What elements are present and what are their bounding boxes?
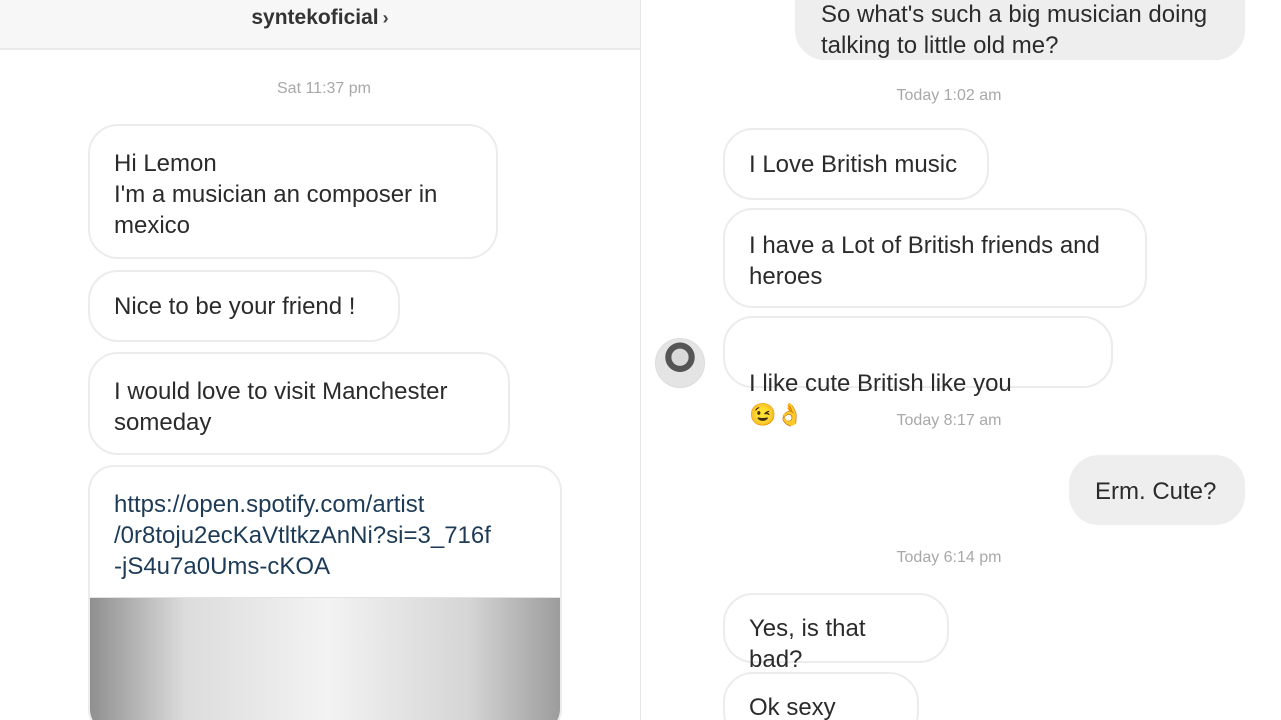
timestamp: Today 1:02 am (896, 87, 1002, 104)
spotify-link[interactable]: https://open.spotify.com/artist /0r8toju… (114, 489, 491, 582)
left-conversation-panel: syntekoficial › Sat 11:37 pm Hi Lemon I'm… (0, 0, 640, 720)
spotify-link-card[interactable]: https://open.spotify.com/artist /0r8toju… (88, 465, 562, 720)
message-text: I like cute British like you (749, 370, 1012, 397)
message-bubble-received: Yes, is that bad? (723, 593, 949, 673)
chevron-right-icon: › (382, 8, 389, 28)
message-bubble-received: Ok sexy haha (723, 672, 919, 720)
sender-avatar[interactable] (655, 338, 705, 388)
timestamp: Today 8:17 am (896, 412, 1002, 429)
chat-header[interactable]: syntekoficial › (0, 0, 640, 50)
username-text: syntekoficial (251, 6, 379, 29)
message-bubble-received: Hi Lemon I'm a musician an composer in m… (88, 124, 498, 259)
right-conversation-panel: So what's such a big musician doing talk… (641, 0, 1281, 720)
message-bubble-sent: Erm. Cute? (1069, 455, 1245, 525)
message-bubble-received: I like cute British like you 😉👌 (723, 316, 1113, 427)
message-bubble-received: I would love to visit Manchester someday (88, 352, 510, 455)
message-bubble-received: Nice to be your friend ! (88, 270, 400, 342)
timestamp: Sat 11:37 pm (277, 80, 371, 97)
link-preview-image[interactable] (90, 597, 560, 720)
timestamp: Today 6:14 pm (896, 549, 1002, 566)
message-bubble-received: I have a Lot of British friends and hero… (723, 208, 1147, 308)
message-bubble-sent: So what's such a big musician doing talk… (795, 0, 1245, 60)
message-bubble-received: I Love British music (723, 128, 989, 200)
chat-username[interactable]: syntekoficial › (0, 6, 640, 30)
